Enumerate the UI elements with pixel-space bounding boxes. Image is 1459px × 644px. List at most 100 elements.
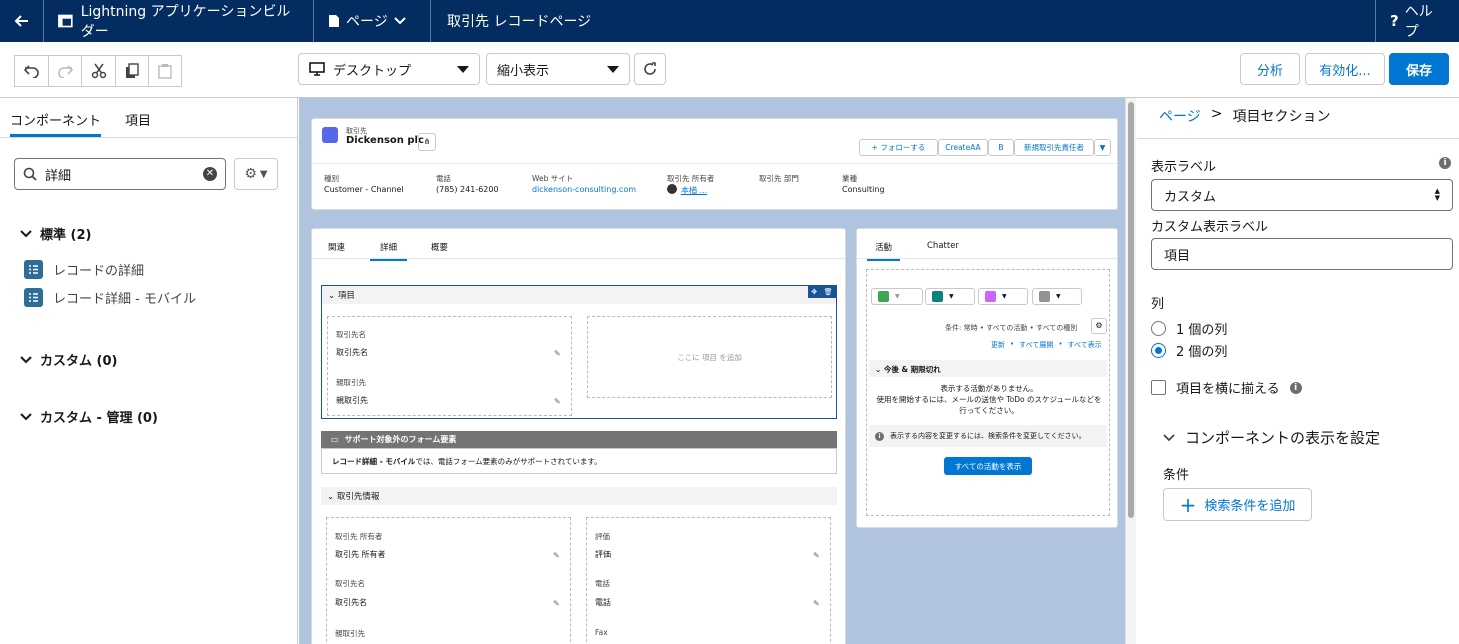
device-select[interactable]: デスクトップ (298, 53, 480, 85)
log-call-button[interactable]: ▼ (925, 288, 975, 305)
filter-gear-icon[interactable]: ⚙ (1091, 318, 1107, 334)
task-icon (878, 291, 889, 302)
main-tabs-component[interactable]: 関連 詳細 概要 ⌄ 項目 ✥ 🗑 取引先名 取引先名 ✎ 親取引先 親取引先 ✎… (311, 228, 846, 644)
cut-button[interactable] (82, 56, 115, 86)
copy-button[interactable] (115, 56, 148, 86)
clipboard-icon (158, 64, 172, 79)
hl-owner-value[interactable]: 本楢 ... (681, 185, 707, 196)
paste-button[interactable] (148, 56, 181, 86)
email-button[interactable]: ▼ (1032, 288, 1082, 305)
tab-details[interactable]: 詳細 (370, 239, 408, 261)
display-label-select[interactable]: カスタム ▲ ▼ (1151, 179, 1453, 211)
pencil-icon[interactable]: ✎ (554, 349, 561, 358)
hierarchy-icon[interactable]: ⋔ (418, 133, 436, 151)
selected-field-section[interactable]: ⌄ 項目 ✥ 🗑 取引先名 取引先名 ✎ 親取引先 親取引先 ✎ ここに 項目 を… (321, 285, 837, 419)
scrollbar-thumb[interactable] (1128, 102, 1134, 518)
hl-web-value[interactable]: dickenson-consulting.com (532, 185, 636, 194)
app-builder-title: Lightning アプリケーションビルダー (44, 0, 314, 42)
section-custom[interactable]: カスタム (0) (20, 350, 117, 369)
chevron-down-icon (1163, 433, 1175, 441)
canvas-scrollbar[interactable] (1125, 98, 1136, 644)
more-actions-icon[interactable]: ▼ (1094, 139, 1111, 156)
back-button[interactable] (0, 0, 44, 42)
new-contact-button[interactable]: 新規取引先責任者 (1014, 139, 1094, 156)
align-fields-label: 項目を横に揃える (1176, 382, 1280, 397)
help-link[interactable]: ? ヘルプ (1375, 0, 1459, 42)
create-aa-button[interactable]: CreateAA (938, 139, 988, 156)
section-controls[interactable]: ✥ 🗑 (808, 286, 836, 298)
radio-circle[interactable] (1151, 343, 1166, 358)
record-name: Dickenson plc (346, 135, 424, 146)
plus-icon: + (1179, 492, 1197, 517)
component-search-input[interactable]: 詳細 ✕ (14, 158, 226, 190)
show-all-activities-button[interactable]: すべての活動を表示 (944, 457, 1032, 475)
tab-overview[interactable]: 概要 (431, 241, 448, 253)
pencil-icon[interactable]: ✎ (813, 599, 820, 608)
zoom-select[interactable]: 縮小表示 (486, 53, 630, 85)
refresh-link[interactable]: 更新 (991, 340, 1005, 350)
follow-button[interactable]: + フォローする (859, 139, 938, 156)
tab-components[interactable]: コンポーネント (10, 98, 102, 137)
divider (312, 163, 1117, 164)
highlights-panel[interactable]: 取引先 Dickenson plc ⋔ + フォローする CreateAA B … (311, 118, 1118, 210)
activity-component[interactable]: 活動 Chatter ▼ ▼ ▼ ▼ 条件: 常時 • すべての活動 • すべて… (856, 228, 1118, 528)
tab-fields[interactable]: 項目 (125, 98, 151, 137)
add-filter-button[interactable]: + 検索条件を追加 (1163, 488, 1312, 521)
upcoming-header[interactable]: ⌄ 今後 & 期限切れ (869, 360, 1107, 377)
section-account-info[interactable]: ⌄ 取引先情報 (321, 487, 837, 505)
hl-phone-label: 電話 (436, 174, 451, 183)
radio-label: 2 個の列 (1176, 345, 1228, 360)
pencil-icon[interactable]: ✎ (553, 599, 560, 608)
view-all-link[interactable]: すべて表示 (1068, 340, 1102, 350)
app-builder-icon (58, 14, 73, 28)
save-button[interactable]: 保存 (1389, 53, 1449, 85)
section-standard[interactable]: 標準 (2) (20, 224, 91, 243)
radio-one-column[interactable]: 1 個の列 (1151, 319, 1227, 338)
component-record-detail[interactable]: レコードの詳細 (24, 260, 144, 279)
page-canvas[interactable]: 取引先 Dickenson plc ⋔ + フォローする CreateAA B … (299, 98, 1136, 644)
upcoming-title: 今後 & 期限切れ (883, 365, 941, 374)
settings-menu-button[interactable]: ⚙ ▼ (234, 158, 278, 190)
page-menu[interactable]: ページ (314, 0, 431, 42)
info-icon[interactable]: i (1289, 381, 1302, 394)
add-field-dropzone[interactable]: ここに 項目 を追加 (587, 316, 832, 398)
radio-two-columns[interactable]: 2 個の列 (1151, 341, 1227, 360)
expand-all-link[interactable]: すべて展開 (1019, 340, 1053, 350)
tab-related[interactable]: 関連 (328, 241, 345, 253)
activate-button[interactable]: 有効化... (1305, 53, 1385, 85)
new-task-button[interactable]: ▼ (871, 288, 923, 305)
refresh-icon (644, 62, 656, 75)
undo-button[interactable] (15, 56, 48, 86)
help-icon: ? (1390, 12, 1399, 30)
move-icon[interactable]: ✥ (811, 288, 817, 296)
redo-button[interactable] (48, 56, 81, 86)
filter-hint: i 表示する内容を変更するには、検索条件を変更してください。 (869, 425, 1107, 447)
crumb-page-link[interactable]: ページ (1159, 106, 1201, 126)
pencil-icon[interactable]: ✎ (554, 397, 561, 406)
column-right-2[interactable]: 評価 評価 ✎ 電話 電話 ✎ Fax (586, 517, 831, 644)
align-fields-checkbox[interactable]: 項目を横に揃える i (1151, 378, 1302, 397)
new-event-button[interactable]: ▼ (978, 288, 1028, 305)
delete-icon[interactable]: 🗑 (824, 288, 833, 296)
section-custom-managed[interactable]: カスタム - 管理 (0) (20, 407, 158, 426)
analyze-button[interactable]: 分析 (1240, 53, 1300, 85)
field-value: 取引先名 (336, 348, 368, 357)
clear-icon[interactable]: ✕ (203, 167, 217, 181)
hl-division-label: 取引先 部門 (759, 174, 799, 183)
pencil-icon[interactable]: ✎ (553, 551, 560, 560)
divider (857, 258, 1117, 259)
custom-label-input[interactable]: 項目 (1151, 238, 1453, 270)
checkbox[interactable] (1151, 380, 1166, 395)
display-label-value: カスタム (1164, 189, 1217, 205)
info-icon[interactable]: i (1439, 157, 1451, 169)
b-button[interactable]: B (988, 139, 1014, 156)
refresh-button[interactable] (634, 53, 666, 85)
pencil-icon[interactable]: ✎ (813, 551, 820, 560)
tab-chatter[interactable]: Chatter (927, 241, 959, 251)
radio-circle[interactable] (1151, 321, 1166, 336)
activity-dropzone[interactable]: ▼ ▼ ▼ ▼ 条件: 常時 • すべての活動 • すべての種別 ⚙ 更新 • す… (866, 269, 1110, 516)
column-left-2[interactable]: 取引先 所有者 取引先 所有者 ✎ 取引先名 取引先名 ✎ 親取引先 (326, 517, 571, 644)
visibility-section-header[interactable]: コンポーネントの表示を設定 (1163, 427, 1380, 448)
column-left[interactable]: 取引先名 取引先名 ✎ 親取引先 親取引先 ✎ (327, 316, 572, 416)
component-record-detail-mobile[interactable]: レコード詳細 - モバイル (24, 288, 196, 307)
